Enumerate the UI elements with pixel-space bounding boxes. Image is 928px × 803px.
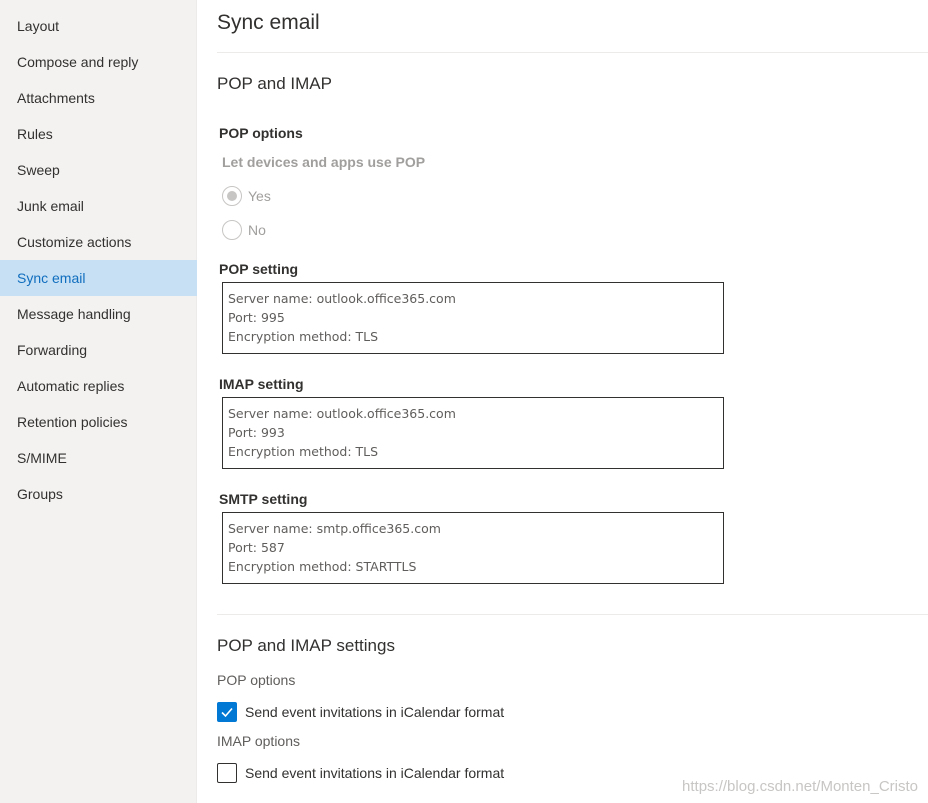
watermark: https://blog.csdn.net/Monten_Cristo (682, 778, 918, 795)
pop-yes-radio[interactable] (222, 186, 242, 206)
pop-imap-section-title: POP and IMAP (217, 74, 332, 93)
sidebar-item-forwarding[interactable]: Forwarding (0, 332, 197, 368)
sidebar-item-junk-email[interactable]: Junk email (0, 188, 197, 224)
sidebar-item-customize-actions[interactable]: Customize actions (0, 224, 197, 260)
header-divider (217, 52, 928, 53)
pop-options-sub-label: POP options (217, 672, 296, 688)
imap-options-sub-label: IMAP options (217, 733, 301, 749)
imap-server-name: Server name: outlook.office365.com (228, 406, 456, 421)
pop-imap-settings-section-title: POP and IMAP settings (217, 636, 395, 655)
section-divider (217, 614, 928, 615)
sidebar-item-smime[interactable]: S/MIME (0, 440, 197, 476)
let-devices-use-pop-label: Let devices and apps use POP (222, 154, 426, 170)
checkmark-icon (221, 707, 233, 718)
smtp-encryption: Encryption method: STARTTLS (228, 559, 417, 574)
pop-no-option[interactable]: No (222, 220, 266, 240)
pop-no-radio[interactable] (222, 220, 242, 240)
pop-yes-label: Yes (248, 188, 271, 204)
sidebar-item-attachments[interactable]: Attachments (0, 80, 197, 116)
pop-yes-option[interactable]: Yes (222, 186, 271, 206)
pop-icalendar-label: Send event invitations in iCalendar form… (245, 704, 505, 720)
imap-encryption: Encryption method: TLS (228, 444, 379, 459)
smtp-setting-box: Server name: smtp.office365.com Port: 58… (222, 512, 724, 584)
sidebar-item-groups[interactable]: Groups (0, 476, 197, 512)
pop-port: Port: 995 (228, 310, 285, 325)
imap-icalendar-label: Send event invitations in iCalendar form… (245, 765, 505, 781)
settings-main-pane: Sync email POP and IMAP POP options Let … (198, 0, 928, 803)
sidebar-item-sync-email[interactable]: Sync email (0, 260, 197, 296)
sidebar-item-automatic-replies[interactable]: Automatic replies (0, 368, 197, 404)
imap-setting-box: Server name: outlook.office365.com Port:… (222, 397, 724, 469)
smtp-port: Port: 587 (228, 540, 285, 555)
sidebar-item-compose-and-reply[interactable]: Compose and reply (0, 44, 197, 80)
pop-encryption: Encryption method: TLS (228, 329, 379, 344)
imap-port: Port: 993 (228, 425, 285, 440)
sidebar-item-layout[interactable]: Layout (0, 8, 197, 44)
pop-setting-label: POP setting (219, 261, 299, 277)
sidebar-item-message-handling[interactable]: Message handling (0, 296, 197, 332)
sidebar-item-retention-policies[interactable]: Retention policies (0, 404, 197, 440)
imap-setting-label: IMAP setting (219, 376, 304, 392)
sidebar-item-sweep[interactable]: Sweep (0, 152, 197, 188)
smtp-server-name: Server name: smtp.office365.com (228, 521, 441, 536)
sidebar-item-rules[interactable]: Rules (0, 116, 197, 152)
pop-icalendar-checkbox[interactable] (217, 702, 237, 722)
pop-no-label: No (248, 222, 266, 238)
page-title: Sync email (217, 11, 320, 34)
settings-sidebar: Layout Compose and reply Attachments Rul… (0, 0, 197, 803)
imap-icalendar-option[interactable]: Send event invitations in iCalendar form… (217, 763, 504, 783)
pop-icalendar-option[interactable]: Send event invitations in iCalendar form… (217, 702, 504, 722)
imap-icalendar-checkbox[interactable] (217, 763, 237, 783)
pop-options-label: POP options (219, 125, 303, 141)
smtp-setting-label: SMTP setting (219, 491, 308, 507)
pop-setting-box: Server name: outlook.office365.com Port:… (222, 282, 724, 354)
pop-server-name: Server name: outlook.office365.com (228, 291, 456, 306)
